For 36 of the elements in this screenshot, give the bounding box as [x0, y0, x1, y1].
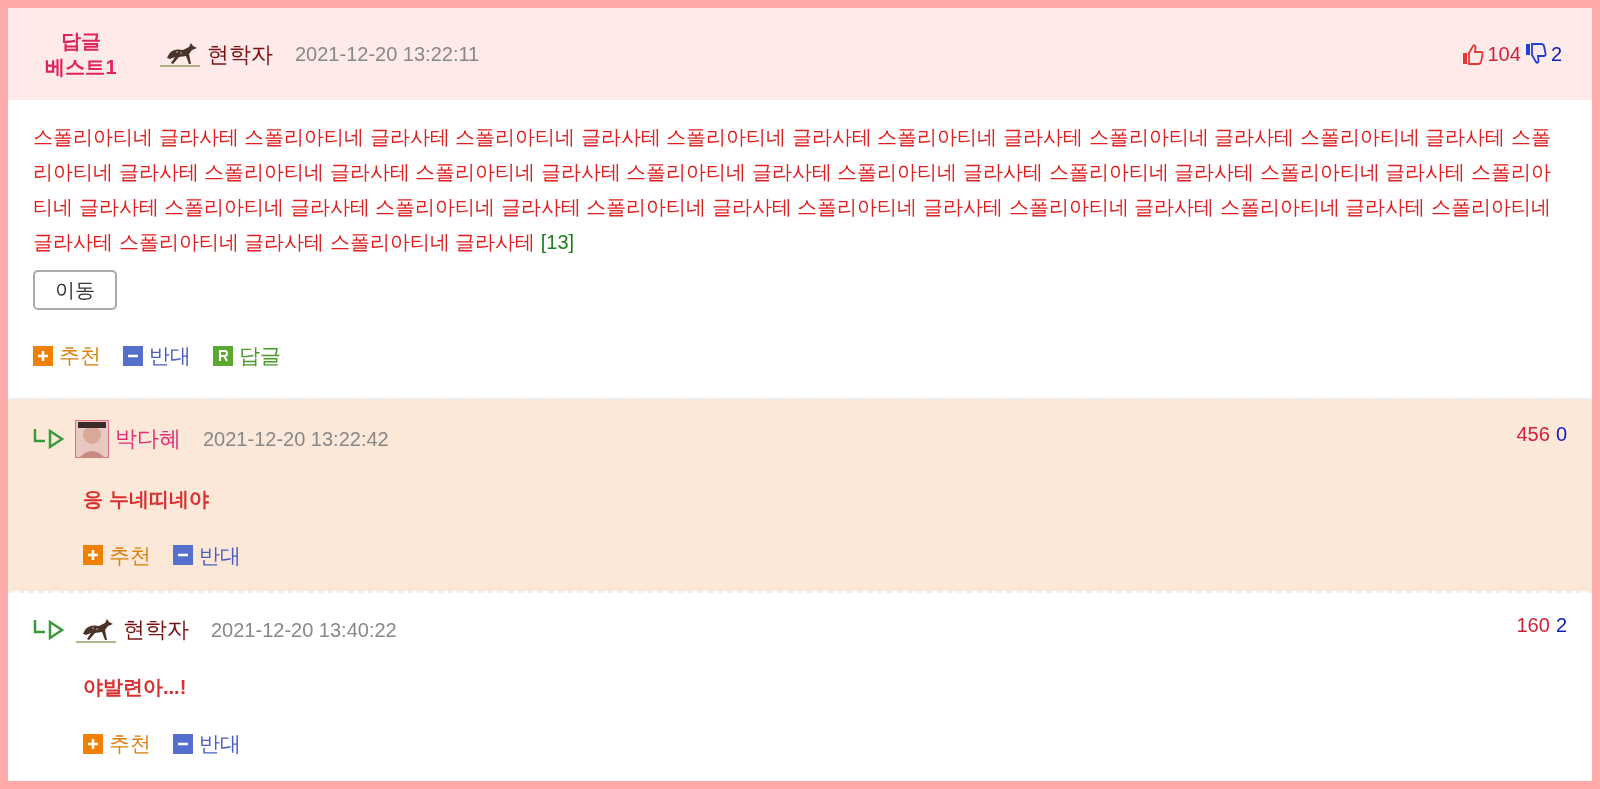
reply-text: 야발련아...! [83, 675, 188, 700]
timestamp: 2021-12-20 13:40:22 [211, 617, 397, 643]
avatar-icon [75, 419, 109, 458]
down-link[interactable]: 반대 [173, 728, 241, 760]
reply-arrow-icon [33, 617, 65, 642]
like-count: 456 [1516, 421, 1550, 447]
timestamp: 2021-12-20 13:22:42 [203, 426, 389, 452]
author-name[interactable]: 박다혜 [115, 422, 181, 455]
author-name[interactable]: 현학자 [123, 613, 189, 646]
dislike-count: 2 [1550, 42, 1562, 67]
down-link[interactable]: 반대 [173, 539, 241, 571]
dislike-count: 2 [1555, 612, 1567, 638]
dislike-count: 0 [1555, 421, 1567, 447]
up-link[interactable]: 추천 [33, 340, 101, 372]
thumbs-up-icon [1461, 43, 1484, 65]
comment-text: 스폴리아티네 글라사테 스폴리아티네 글라사테 스폴리아티네 글라사테 스폴리아티네 글라사테 스폴리아티네 글라사테 스폴리아티네 글라사테 스폴리아티네 글라사테 스폴리아티네 글라사테 스폴리아티네 글라사테 스폴리아티네 글라사테 스폴리아티네 글라사테 스폴리아티네 글라사테 스폴리아티네 글라사테 스폴리아티네 글라사테 스폴리아티네 글라사테 스폴리아티네 글라사테 스폴리아티네 글라사테 스폴리아티네 글라사테 스폴리아티네 글라사테 스폴리아티네 글라사테 스폴리아티네 글라사테 스폴리아티네 글라사테 스폴리아티네 글라사테 스폴리아티네 글라사테 [13] [33, 125, 1552, 255]
reply-link[interactable]: 답글 [213, 340, 281, 372]
like-count: 104 [1487, 42, 1521, 67]
reply-text: 응 누네띠네야 [83, 486, 210, 512]
reply-icon [213, 345, 233, 366]
author-name[interactable]: 현학자 [207, 37, 273, 71]
plus-icon [83, 733, 103, 754]
like-count: 160 [1516, 612, 1550, 638]
thumbs-down-icon [1524, 43, 1547, 65]
reply-arrow-icon [33, 426, 65, 451]
minus-icon [173, 545, 193, 566]
down-link[interactable]: 반대 [123, 340, 191, 372]
minus-icon [123, 345, 143, 366]
up-link[interactable]: 추천 [83, 539, 151, 571]
best-label: 답글 베스트1 [44, 29, 118, 80]
plus-icon [33, 345, 53, 366]
move-button[interactable]: 이동 [33, 270, 117, 310]
timestamp: 2021-12-20 13:22:11 [295, 42, 480, 67]
plus-icon [83, 545, 103, 566]
minus-icon [173, 733, 193, 754]
up-link[interactable]: 추천 [83, 728, 151, 760]
